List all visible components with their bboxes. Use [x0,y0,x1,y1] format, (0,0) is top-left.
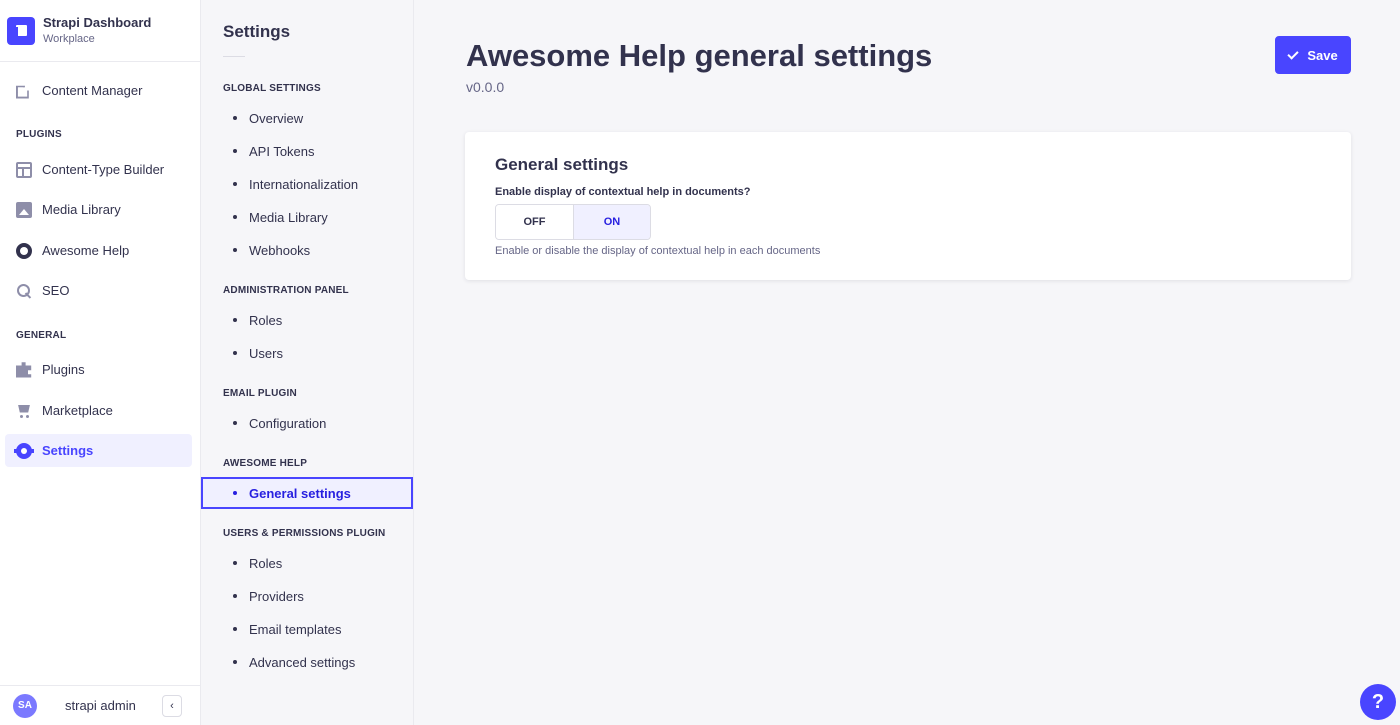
subnav-item-label: General settings [249,485,351,501]
field-label: Enable display of contextual help in doc… [495,186,751,198]
subnav-item-label: Roles [249,312,283,328]
nav-item-content-type-builder[interactable]: Content-Type Builder [5,153,192,186]
nav-section-general: GENERAL [16,330,67,341]
toggle-on-option[interactable]: ON [573,205,650,239]
subnav-section-email: EMAIL PLUGIN [223,388,297,399]
subnav-item-email-templates[interactable]: Email templates [201,615,413,643]
strapi-logo-icon [7,16,35,45]
bullet-icon [233,594,237,598]
user-bar: SA strapi admin ‹ [0,685,200,725]
nav-item-plugins[interactable]: Plugins [5,353,192,386]
field-hint: Enable or disable the display of context… [495,245,821,257]
subnav-item-media-library[interactable]: Media Library [201,203,413,231]
nav-item-seo[interactable]: SEO [5,274,192,307]
subnav-item-label: Advanced settings [249,654,356,670]
bullet-icon [233,318,237,322]
nav-item-settings[interactable]: Settings [5,434,192,467]
subnav-item-advanced-settings[interactable]: Advanced settings [201,648,413,676]
subnav-item-internationalization[interactable]: Internationalization [201,170,413,198]
nav-item-label: Media Library [42,202,121,217]
divider [223,56,245,57]
settings-subnav: Settings GLOBAL SETTINGS Overview API To… [201,0,414,725]
subnav-item-label: Internationalization [249,176,359,192]
subnav-item-webhooks[interactable]: Webhooks [201,236,413,264]
page-title: Awesome Help general settings [466,38,933,73]
subnav-item-label: Providers [249,588,304,604]
subnav-item-up-roles[interactable]: Roles [201,549,413,577]
bullet-icon [233,627,237,631]
bullet-icon [233,351,237,355]
subnav-item-label: Email templates [249,621,342,637]
nav-item-label: Plugins [42,362,85,377]
nav-item-label: Marketplace [42,403,113,418]
shopping-cart-icon [16,403,32,419]
question-icon: ? [1371,690,1385,713]
save-button[interactable]: Save [1275,36,1351,74]
contextual-help-toggle[interactable]: OFF ON [495,204,651,240]
bullet-icon [233,421,237,425]
nav-item-marketplace[interactable]: Marketplace [5,394,192,427]
pen-icon [16,85,29,99]
nav-item-label: Content Manager [42,83,143,98]
image-icon [16,201,32,218]
nav-item-content-manager[interactable]: Content Manager [5,74,192,107]
nav-item-label: SEO [42,283,70,298]
subnav-section-awesome-help: AWESOME HELP [223,458,308,469]
main-navigation: Strapi Dashboard Workplace Content Manag… [0,0,201,725]
subnav-item-label: Configuration [249,415,327,431]
subnav-title: Settings [223,22,291,41]
brand-subtitle: Workplace [43,33,95,45]
nav-item-media-library[interactable]: Media Library [5,193,192,226]
nav-item-label: Awesome Help [42,243,130,258]
bullet-icon [233,116,237,120]
subnav-item-label: API Tokens [249,143,315,159]
subnav-item-label: Webhooks [249,242,311,258]
toggle-off-option[interactable]: OFF [496,205,573,239]
avatar[interactable]: SA [13,693,37,718]
nav-item-label: Content-Type Builder [42,162,165,177]
card-title: General settings [495,155,629,174]
subnav-section-admin: ADMINISTRATION PANEL [223,285,349,296]
nav-section-plugins: PLUGINS [16,129,62,140]
check-icon [1287,47,1299,60]
search-icon [16,283,32,299]
subnav-item-label: Media Library [249,209,328,225]
bullet-icon [233,215,237,219]
bullet-icon [233,660,237,664]
subnav-item-label: Overview [249,110,304,126]
chevron-left-icon: ‹ [170,700,174,712]
lifebuoy-icon [16,242,32,259]
bullet-icon [233,491,237,495]
subnav-item-label: Roles [249,555,283,571]
gear-icon [14,442,34,459]
nav-item-label: Settings [42,443,94,458]
general-settings-card: General settings Enable display of conte… [465,132,1351,280]
subnav-item-general-settings[interactable]: General settings [201,477,413,509]
bullet-icon [233,149,237,153]
collapse-nav-button[interactable]: ‹ [162,695,182,717]
subnav-item-providers[interactable]: Providers [201,582,413,610]
subnav-item-users[interactable]: Users [201,339,413,367]
help-button[interactable]: ? [1360,684,1396,720]
subnav-section-global: GLOBAL SETTINGS [223,83,321,94]
user-name[interactable]: strapi admin [65,698,136,713]
brand[interactable]: Strapi Dashboard Workplace [0,0,200,62]
subnav-item-overview[interactable]: Overview [201,104,413,132]
subnav-section-users-permissions: USERS & PERMISSIONS PLUGIN [223,528,386,539]
brand-title: Strapi Dashboard [43,15,152,30]
save-button-label: Save [1307,47,1338,63]
subnav-item-api-tokens[interactable]: API Tokens [201,137,413,165]
bullet-icon [233,248,237,252]
bullet-icon [233,182,237,186]
page-version: v0.0.0 [466,79,505,95]
subnav-item-roles[interactable]: Roles [201,306,413,334]
puzzle-icon [16,362,32,378]
nav-item-awesome-help[interactable]: Awesome Help [5,234,192,267]
main-content: Awesome Help general settings v0.0.0 Sav… [414,0,1400,725]
subnav-item-label: Users [249,345,283,361]
subnav-item-configuration[interactable]: Configuration [201,409,413,437]
bullet-icon [233,561,237,565]
layout-icon [16,161,32,178]
